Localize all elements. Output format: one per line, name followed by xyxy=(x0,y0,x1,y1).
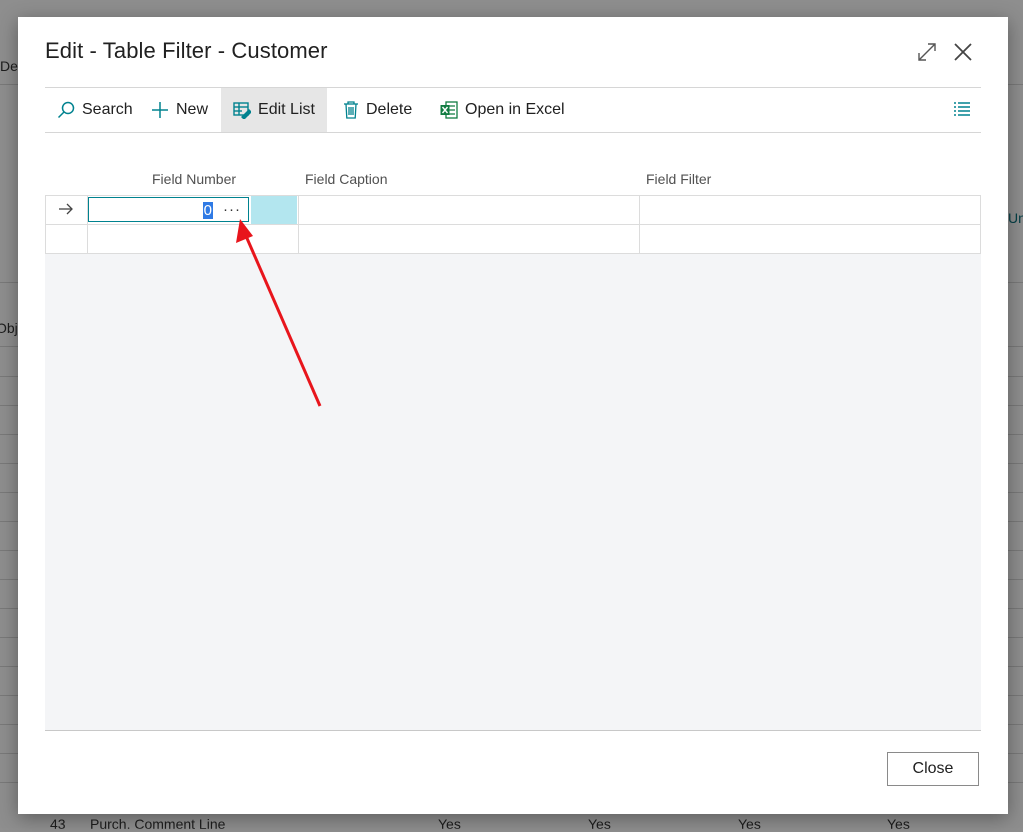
arrow-right-icon xyxy=(59,203,73,215)
search-button[interactable]: Search xyxy=(57,88,133,132)
table-row[interactable]: 0 ··· xyxy=(45,195,981,224)
field-number-cell[interactable] xyxy=(87,225,299,253)
open-in-excel-button[interactable]: Open in Excel xyxy=(440,88,565,132)
column-header-field-number[interactable]: Field Number xyxy=(152,171,236,187)
new-label: New xyxy=(176,101,209,118)
list-view-icon[interactable] xyxy=(953,101,971,122)
search-icon xyxy=(57,101,75,119)
row-selector[interactable] xyxy=(46,225,88,253)
edit-list-icon xyxy=(233,102,252,119)
column-header-field-filter[interactable]: Field Filter xyxy=(646,171,711,187)
delete-label: Delete xyxy=(366,101,413,118)
delete-button[interactable]: Delete xyxy=(343,88,412,132)
filter-grid: 0 ··· xyxy=(45,195,981,731)
open-in-excel-label: Open in Excel xyxy=(465,101,565,118)
trash-icon xyxy=(344,101,358,119)
field-number-value: 0 xyxy=(202,202,213,219)
table-row[interactable] xyxy=(45,224,981,254)
action-toolbar: Search New Edit List Delete Open in Exce… xyxy=(45,87,981,133)
field-caption-cell[interactable] xyxy=(298,225,640,253)
edit-list-button[interactable]: Edit List xyxy=(221,88,327,132)
plus-icon xyxy=(152,102,168,118)
new-button[interactable]: New xyxy=(151,88,208,132)
edit-list-label: Edit List xyxy=(258,101,315,118)
table-filter-dialog: Edit - Table Filter - Customer Search Ne… xyxy=(18,17,1008,814)
close-icon[interactable] xyxy=(952,41,974,63)
field-caption-cell[interactable] xyxy=(298,196,640,224)
field-filter-cell[interactable] xyxy=(639,225,980,253)
close-button[interactable]: Close xyxy=(887,752,979,786)
expand-icon[interactable] xyxy=(916,41,938,63)
dialog-title: Edit - Table Filter - Customer xyxy=(45,38,328,63)
lookup-button[interactable]: ··· xyxy=(223,201,241,218)
column-header-field-caption[interactable]: Field Caption xyxy=(305,171,388,187)
search-label: Search xyxy=(82,101,133,118)
excel-icon xyxy=(440,101,458,119)
row-selector[interactable] xyxy=(46,196,88,224)
field-filter-cell[interactable] xyxy=(639,196,980,224)
field-number-input[interactable]: 0 ··· xyxy=(88,197,249,222)
